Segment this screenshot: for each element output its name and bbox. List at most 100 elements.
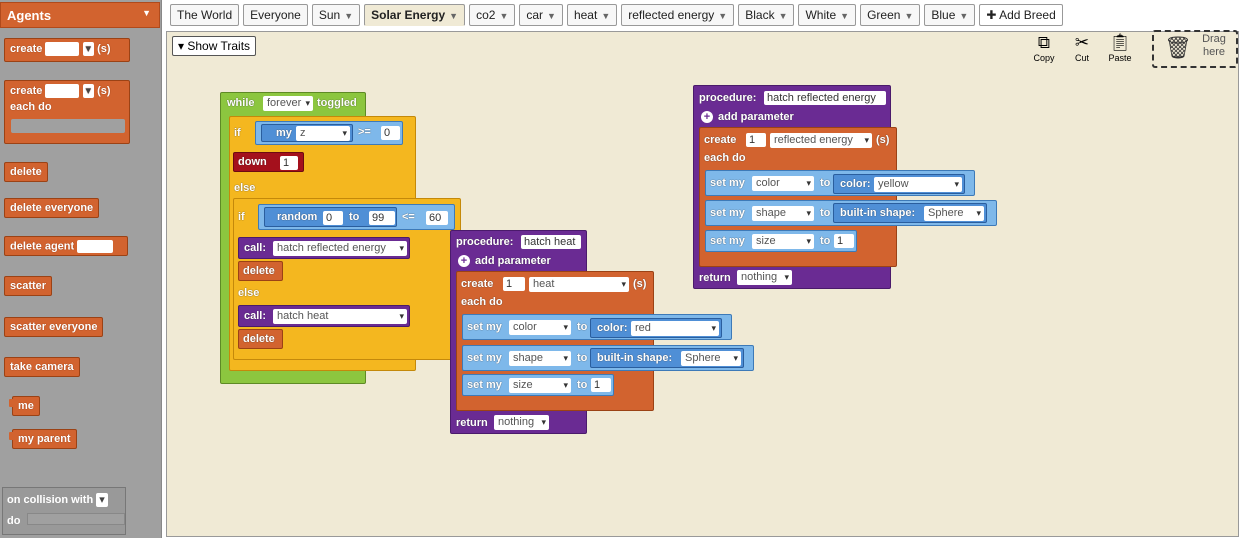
color-dropdown[interactable]: red ▾	[631, 321, 719, 336]
threshold-input[interactable]: 60	[426, 211, 448, 225]
chevron-down-icon[interactable]: ▼	[344, 11, 353, 21]
call-heat-block[interactable]: call: hatch heat ▾	[238, 305, 410, 327]
tab-black[interactable]: Black ▼	[738, 4, 795, 26]
trait-dropdown-6[interactable]: size ▾	[752, 234, 814, 249]
set-my-size-heat[interactable]: set my size ▾ to 1	[462, 374, 614, 396]
delete-label-2: delete	[243, 333, 275, 345]
lte-operator[interactable]: <=	[402, 211, 415, 223]
call-reflected-dropdown[interactable]: hatch reflected energy ▾	[273, 241, 407, 256]
on-collision-dropdown[interactable]: ▾	[96, 493, 109, 507]
trait-dropdown-4[interactable]: color ▾	[752, 176, 814, 191]
chevron-down-icon[interactable]: ▼	[547, 11, 556, 21]
call-heat-dropdown[interactable]: hatch heat ▾	[273, 309, 407, 324]
create-each-breed-dropdown[interactable]: ▾	[82, 84, 95, 98]
color-dropdown-2[interactable]: yellow ▾	[874, 177, 962, 192]
tab-everyone[interactable]: Everyone	[243, 4, 308, 26]
random-block[interactable]: random 0 to 99	[264, 207, 397, 227]
cut-button[interactable]: ✂ Cut	[1068, 33, 1096, 63]
procedure-name-input[interactable]: hatch heat	[521, 235, 581, 249]
shape-block-sphere[interactable]: built-in shape: Sphere ▾	[590, 348, 744, 368]
my-trait-dropdown[interactable]: z ▾	[296, 126, 350, 141]
chevron-down-icon[interactable]: ▼	[449, 11, 458, 21]
create-breed-dropdown-2[interactable]: reflected energy ▾	[770, 133, 872, 148]
tab-co2[interactable]: co2 ▼	[469, 4, 516, 26]
copy-button[interactable]: ⧉ Copy	[1030, 33, 1058, 63]
palette-delete-everyone-block[interactable]: delete everyone	[4, 198, 100, 218]
delete-block-1[interactable]: delete	[238, 261, 283, 281]
create-breed-dropdown[interactable]: ▾	[82, 42, 95, 56]
tab-sun[interactable]: Sun ▼	[311, 4, 361, 26]
size-input[interactable]: 1	[591, 378, 611, 392]
add-parameter-label[interactable]: add parameter	[475, 255, 551, 267]
tab-green[interactable]: Green ▼	[860, 4, 921, 26]
tab-label: Black	[745, 8, 775, 22]
palette-on-collision-block[interactable]: on collision with ▾ do	[2, 487, 126, 535]
tab-blue[interactable]: Blue ▼	[924, 4, 976, 26]
delete-block-2[interactable]: delete	[238, 329, 283, 349]
paste-button[interactable]: 📋︎ Paste	[1106, 33, 1134, 63]
toggled-label: toggled	[317, 97, 357, 109]
trash-drop-zone[interactable]: 🗑︎ Drag here	[1152, 30, 1238, 68]
create-count-input-2[interactable]: 1	[746, 133, 766, 147]
chevron-down-icon[interactable]: ▼	[779, 11, 788, 21]
tab-the-world[interactable]: The World	[170, 4, 240, 26]
create-each-count-slot[interactable]	[45, 84, 80, 98]
create-breed-dropdown[interactable]: heat ▾	[529, 277, 629, 292]
tab-reflected-energy[interactable]: reflected energy ▼	[621, 4, 735, 26]
palette-take-camera-block[interactable]: take camera	[4, 357, 80, 377]
add-parameter-label-2[interactable]: add parameter	[718, 111, 794, 123]
call-reflected-block[interactable]: call: hatch reflected energy ▾	[238, 237, 410, 259]
chevron-down-icon[interactable]: ▼	[499, 11, 508, 21]
palette-scatter-block[interactable]: scatter	[4, 276, 53, 296]
forever-dropdown[interactable]: forever ▾	[263, 96, 313, 111]
trait-dropdown[interactable]: color ▾	[509, 320, 571, 335]
tab-car[interactable]: car ▼	[519, 4, 563, 26]
palette-me-block[interactable]: me	[9, 396, 40, 416]
gte-operator[interactable]: >=	[358, 126, 371, 138]
add-breed-button[interactable]: ✚ Add Breed	[979, 4, 1063, 26]
call-label-2: call:	[244, 310, 267, 322]
add-parameter-icon-2[interactable]: +	[701, 111, 713, 123]
palette-delete-agent-block[interactable]: delete agent	[4, 236, 128, 256]
show-traits-button[interactable]: ▾ Show Traits	[172, 36, 257, 56]
palette-create-block[interactable]: create ▾ (s)	[4, 38, 130, 62]
return-dropdown[interactable]: nothing ▾	[494, 415, 549, 430]
chevron-down-icon[interactable]: ▼	[904, 11, 913, 21]
tab-heat[interactable]: heat ▼	[566, 4, 618, 26]
my-trait-block[interactable]: my z ▾	[261, 124, 353, 142]
procedure-name-input-2[interactable]: hatch reflected energy	[764, 91, 886, 105]
compare-value-input[interactable]: 0	[381, 126, 400, 140]
create-count-slot[interactable]	[45, 42, 80, 56]
trait-dropdown-3[interactable]: size ▾	[509, 378, 571, 393]
set-my-size-reflected[interactable]: set my size ▾ to 1	[705, 230, 857, 252]
palette-category-dropdown[interactable]: Agents ▼	[0, 2, 160, 28]
tab-solar-energy[interactable]: Solar Energy ▼	[364, 4, 466, 26]
chevron-down-icon[interactable]: ▼	[840, 11, 849, 21]
random-to-input[interactable]: 99	[369, 211, 395, 225]
palette-scatter-everyone-block[interactable]: scatter everyone	[4, 317, 104, 337]
palette-create-each-block[interactable]: create ▾ (s) each do	[4, 80, 130, 144]
chevron-down-icon[interactable]: ▼	[959, 11, 968, 21]
palette-my-parent-block[interactable]: my parent	[9, 429, 77, 449]
size-input-2[interactable]: 1	[834, 234, 854, 248]
add-parameter-icon[interactable]: +	[458, 255, 470, 267]
create-count-input[interactable]: 1	[503, 277, 525, 291]
palette-delete-block[interactable]: delete	[4, 162, 48, 182]
down-value-input[interactable]: 1	[280, 156, 298, 170]
chevron-down-icon[interactable]: ▼	[601, 11, 610, 21]
shape-dropdown[interactable]: Sphere ▾	[681, 351, 741, 366]
random-from-input[interactable]: 0	[323, 211, 343, 225]
trait-dropdown-5[interactable]: shape ▾	[752, 206, 814, 221]
chevron-down-icon[interactable]: ▼	[718, 11, 727, 21]
chevron-down-icon: ▼	[142, 8, 151, 18]
down-block[interactable]: down 1	[233, 152, 304, 172]
tab-white[interactable]: White ▼	[798, 4, 857, 26]
color-block-yellow[interactable]: color: yellow ▾	[833, 174, 965, 194]
color-block-red[interactable]: color: red ▾	[590, 318, 722, 338]
delete-agent-slot[interactable]	[77, 240, 114, 253]
return-dropdown-2[interactable]: nothing ▾	[737, 270, 792, 285]
shape-dropdown-2[interactable]: Sphere ▾	[924, 206, 984, 221]
shape-block-sphere-2[interactable]: built-in shape: Sphere ▾	[833, 203, 987, 223]
tab-label: co2	[476, 8, 496, 22]
trait-dropdown-2[interactable]: shape ▾	[509, 351, 571, 366]
